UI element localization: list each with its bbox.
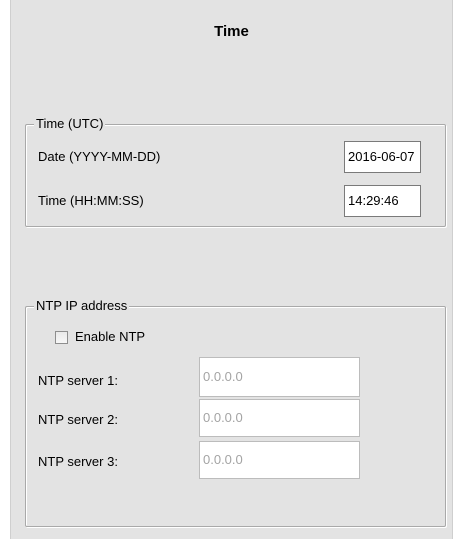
ntp-server-3-field[interactable]: 0.0.0.0 [199,441,360,479]
ntp-server-2-field[interactable]: 0.0.0.0 [199,399,360,437]
enable-ntp-checkbox[interactable] [55,331,68,344]
time-label: Time (HH:MM:SS) [38,193,144,208]
time-utc-group: Time (UTC) Date (YYYY-MM-DD) 2016-06-07 … [25,116,446,227]
ntp-server-1-field[interactable]: 0.0.0.0 [199,357,360,397]
ntp-server-3-label: NTP server 3: [38,454,118,469]
time-field[interactable]: 14:29:46 [344,185,421,217]
time-settings-panel: Time Time (UTC) Date (YYYY-MM-DD) 2016-0… [10,0,453,539]
ntp-group-legend: NTP IP address [34,298,130,314]
ntp-server-1-label: NTP server 1: [38,373,118,388]
page-title: Time [214,23,249,40]
ntp-ip-address-group: NTP IP address Enable NTP NTP server 1: … [25,298,446,527]
date-field[interactable]: 2016-06-07 [344,141,421,173]
date-label: Date (YYYY-MM-DD) [38,149,161,164]
time-utc-group-legend: Time (UTC) [34,116,106,132]
enable-ntp-label[interactable]: Enable NTP [75,329,145,345]
ntp-server-2-label: NTP server 2: [38,412,118,427]
